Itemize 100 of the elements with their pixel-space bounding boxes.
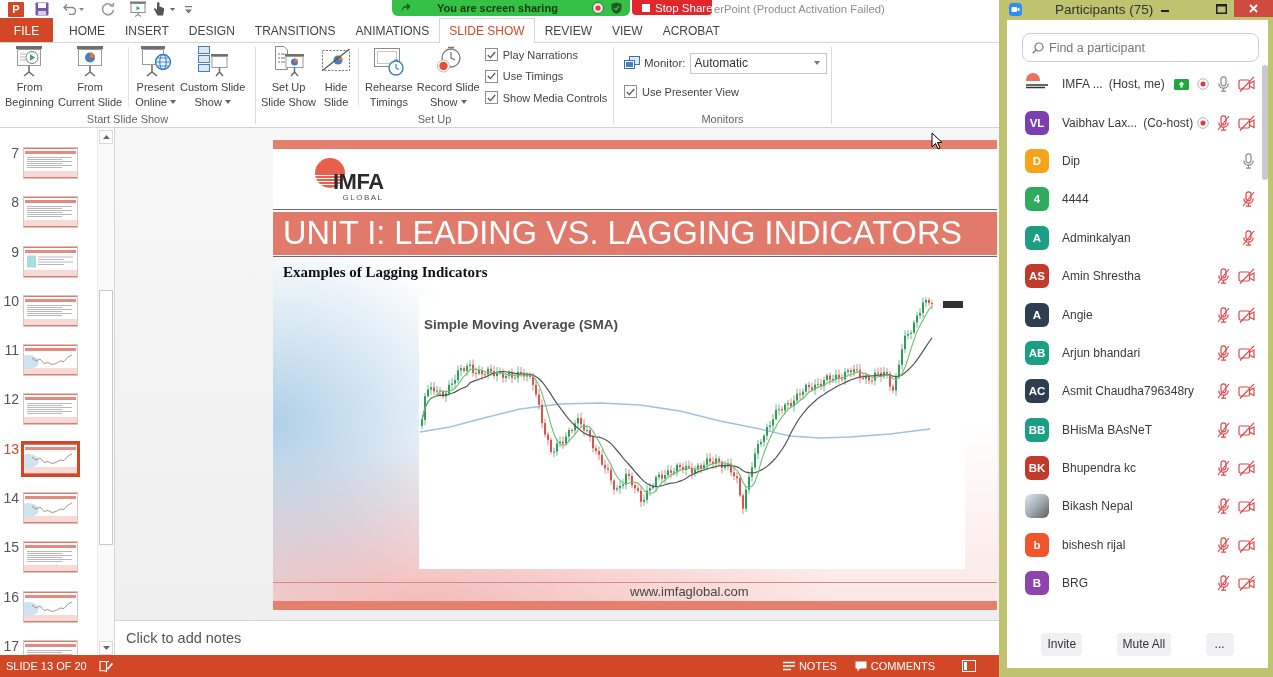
panel-button[interactable]: Invite [1041, 632, 1083, 656]
slide-thumbnail[interactable] [23, 245, 78, 278]
avatar: VL [1025, 110, 1049, 135]
slideshow-settings-icon [272, 45, 305, 77]
participant-name: BHisMa BAsNeT [1062, 422, 1153, 437]
group-label: Start Slide Show [86, 113, 169, 125]
recording-icon [592, 2, 604, 14]
window-title: erPoint (Product Activation Failed) [714, 3, 885, 15]
checkbox[interactable] [484, 91, 498, 105]
slide-thumbnail[interactable] [23, 147, 78, 179]
panel-button[interactable]: Mute All [1116, 632, 1172, 656]
slide-subtitle: Examples of Lagging Indicators [283, 263, 488, 281]
normal-view-icon[interactable] [962, 660, 976, 672]
comment-icon [854, 660, 867, 672]
participant-name: Amin Shrestha [1062, 269, 1141, 284]
ribbon-button[interactable]: Hide Slide [318, 43, 355, 109]
monitor-label: Monitor: [644, 57, 686, 69]
scrollbar-thumb[interactable] [99, 290, 113, 545]
participant-name: Bhupendra kc [1062, 461, 1137, 476]
close-button[interactable] [1234, 0, 1273, 17]
slide-number: 15 [2, 540, 19, 555]
checkbox-label[interactable]: Use Presenter View [642, 85, 739, 98]
customize-toolbar-icon[interactable] [185, 4, 192, 14]
logo-wordmark: IMFA [333, 171, 384, 193]
app-logo[interactable]: P [8, 1, 24, 17]
slide-thumbnail[interactable] [23, 590, 78, 623]
caret-icon[interactable] [170, 7, 175, 11]
slide-number: 11 [3, 343, 19, 358]
checkbox-label[interactable]: Show Media Controls [502, 91, 608, 104]
avatar: B [1025, 571, 1049, 596]
participant-name: Asmit Chaudha796348ry [1062, 384, 1195, 399]
slide-thumbnail[interactable] [23, 344, 78, 377]
slide-number: 12 [2, 392, 19, 407]
scrollbar-thumb[interactable] [1262, 65, 1268, 180]
search-icon [1032, 41, 1044, 54]
close-icon [1249, 4, 1258, 13]
status-bar-button[interactable]: NOTES [782, 657, 837, 675]
slide-thumbnail[interactable] [21, 440, 80, 477]
undo-icon[interactable] [63, 3, 77, 15]
ribbon-button[interactable]: Set Up Slide Show [259, 43, 319, 109]
slide-number: 8 [10, 195, 19, 210]
stop-icon [642, 3, 650, 12]
photo-placeholder [1025, 494, 1049, 519]
avatar: b [1025, 532, 1049, 557]
group-label: Monitors [701, 113, 744, 125]
caret-icon[interactable] [79, 7, 84, 11]
participant-role: (Host, me) [1108, 77, 1165, 92]
checkbox[interactable] [624, 85, 637, 99]
panel-button[interactable]: ... [1205, 632, 1234, 656]
slide-thumbnail[interactable] [23, 294, 78, 327]
avatar: BK [1025, 456, 1049, 481]
repeat-icon[interactable] [101, 2, 115, 16]
slide-number: 13 [2, 441, 19, 456]
price-tag-icon [943, 301, 963, 308]
stop-share-button[interactable]: Stop Share [632, 0, 712, 15]
status-bar-button[interactable]: COMMENTS [854, 657, 935, 675]
participant-role: (Co-host) [1143, 115, 1194, 130]
slide-thumbnail[interactable] [23, 393, 78, 426]
slide-thumbnail[interactable] [23, 492, 78, 525]
scroll-down-button[interactable] [99, 641, 113, 655]
ribbon-button[interactable]: From Current Slide [55, 43, 125, 109]
ribbon-button[interactable]: Present Online [133, 43, 178, 109]
sharing-status: You are screen sharing [437, 2, 558, 14]
presentation-icon[interactable] [129, 1, 147, 17]
search-field[interactable]: Find a participant [1022, 33, 1259, 62]
ribbon-button[interactable]: Rehearse Timings [363, 43, 415, 109]
group-label: Set Up [417, 113, 452, 125]
notes-field[interactable]: Click to add notes [115, 621, 999, 655]
slide-thumbnail[interactable] [23, 541, 78, 574]
notes-lines-icon [782, 661, 795, 671]
save-icon[interactable] [35, 2, 49, 16]
triangle-up-icon [102, 135, 110, 139]
participant-name: 4444 [1062, 192, 1089, 207]
monitor-select[interactable]: Automatic [689, 52, 827, 74]
scroll-up-button[interactable] [99, 130, 113, 144]
ribbon-tab[interactable]: FILE [0, 18, 53, 42]
avatar: A [1025, 302, 1049, 327]
ribbon-button[interactable]: Record Slide Show [414, 43, 482, 109]
slide-number: 7 [10, 146, 19, 160]
checkbox[interactable] [484, 69, 498, 83]
hand-pointer-icon[interactable] [153, 1, 165, 17]
participant-name: BRG [1062, 576, 1088, 591]
ribbon-button[interactable]: From Beginning [3, 43, 56, 109]
ribbon-button[interactable]: Custom Slide Show [177, 43, 248, 109]
website-address: www.imfaglobal.com [630, 583, 749, 599]
avatar: AS [1025, 264, 1049, 289]
checkbox-label[interactable]: Play Narrations [502, 48, 578, 61]
slide-title: UNIT I: LEADING VS. LAGGING INDICATORS [273, 209, 997, 257]
slide-thumbnail[interactable] [23, 196, 78, 229]
avatar: D [1025, 148, 1049, 173]
checkbox[interactable] [484, 48, 498, 62]
ribbon-tab[interactable]: SLIDE SHOW [439, 18, 535, 43]
maximize-icon[interactable] [1216, 4, 1228, 14]
video-camera-logo-icon [1009, 3, 1022, 16]
checkbox-label[interactable]: Use Timings [502, 70, 564, 83]
slide-number: 10 [2, 293, 19, 308]
participant-name: bishesh rijal [1062, 537, 1126, 552]
notes-page-icon[interactable] [98, 659, 114, 673]
participant-name: Vaibhav Lax... [1062, 115, 1138, 130]
slide-number: 9 [10, 244, 19, 259]
